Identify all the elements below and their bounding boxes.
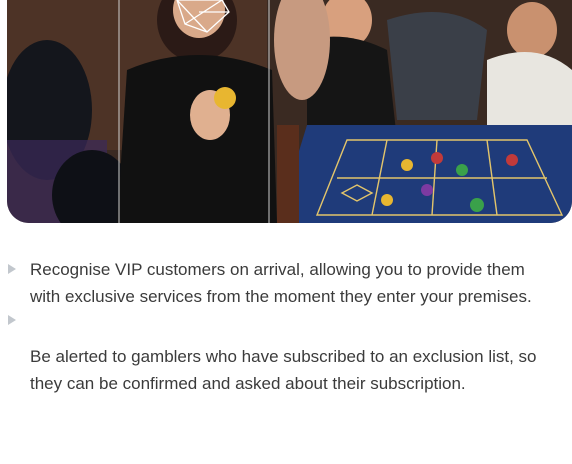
hero-image (7, 0, 572, 223)
feature-exclusion: Be alerted to gamblers who have subscrib… (30, 347, 537, 393)
bullet-arrow-icon (8, 264, 16, 274)
casino-chip (214, 87, 236, 109)
woman-figure (117, 55, 277, 223)
bullet-arrow-icon (8, 315, 16, 325)
feature-vip: Recognise VIP customers on arrival, allo… (30, 260, 532, 306)
